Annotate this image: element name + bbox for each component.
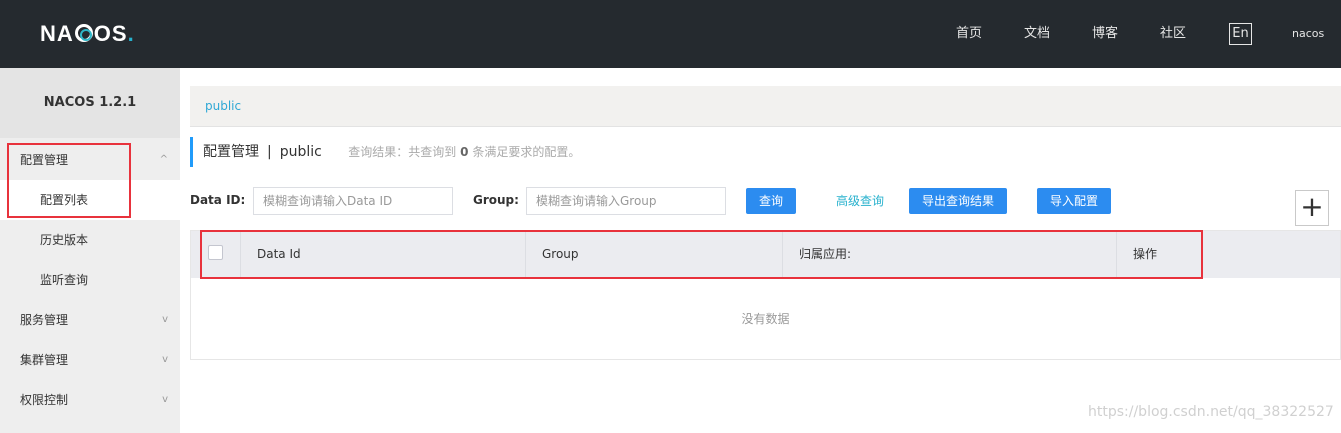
chevron-down-icon: v (162, 394, 168, 405)
table-empty-message: 没有数据 (741, 312, 790, 326)
sidebar-item-config-management[interactable]: 配置管理 ^ (0, 140, 180, 180)
page-title: 配置管理 | public 查询结果：共查询到 0 条满足要求的配置。 (190, 137, 580, 167)
sidebar-item-label: 历史版本 (40, 233, 89, 247)
data-id-label: Data ID: (190, 193, 246, 207)
sidebar-item-access-control[interactable]: 权限控制 v (0, 380, 180, 420)
sidebar-item-label: 监听查询 (40, 273, 89, 287)
language-switch-button[interactable]: En (1229, 23, 1252, 45)
watermark-text: https://blog.csdn.net/qq_38322527 (1088, 404, 1334, 420)
sidebar-item-config-list[interactable]: 配置列表 (0, 180, 180, 220)
logo-text-suffix: OS (93, 21, 128, 46)
sidebar-item-label: 集群管理 (20, 353, 69, 367)
logo-text-prefix: NA (40, 21, 74, 46)
table-header: Data Id Group 归属应用: 操作 (191, 231, 1340, 278)
column-header-group[interactable]: Group (526, 231, 783, 278)
config-table: Data Id Group 归属应用: 操作 没有数据 (190, 230, 1341, 360)
query-result-info: 查询结果：共查询到 0 条满足要求的配置。 (348, 145, 580, 159)
query-result-count: 0 (460, 145, 469, 159)
group-label: Group: (473, 193, 519, 207)
data-id-input[interactable] (253, 187, 453, 215)
sidebar: NACOS 1.2.1 配置管理 ^ 配置列表 历史版本 监听查询 服务管理 v… (0, 68, 180, 433)
chevron-down-icon: v (162, 354, 168, 365)
sidebar-item-label: 配置管理 (20, 153, 69, 167)
sidebar-item-cluster-management[interactable]: 集群管理 v (0, 340, 180, 380)
nav-community[interactable]: 社区 (1160, 0, 1186, 68)
column-header-app[interactable]: 归属应用: (783, 231, 1117, 278)
top-header: NA OS. 首页 文档 博客 社区 En nacos (0, 0, 1341, 68)
nacos-logo[interactable]: NA OS. (40, 20, 135, 48)
logo-dot: . (127, 21, 135, 46)
sidebar-title: NACOS 1.2.1 (0, 68, 180, 138)
query-result-suffix: 条满足要求的配置。 (472, 145, 581, 159)
sidebar-item-label: 服务管理 (20, 313, 69, 327)
namespace-public-link[interactable]: public (205, 86, 241, 127)
export-query-results-button[interactable]: 导出查询结果 (909, 188, 1007, 214)
page-title-namespace: public (279, 144, 322, 160)
column-header-actions: 操作 (1133, 247, 1158, 261)
chevron-up-icon: ^ (159, 154, 168, 165)
chevron-down-icon: v (162, 314, 168, 325)
import-config-button[interactable]: 导入配置 (1037, 188, 1111, 214)
title-separator: | (267, 144, 272, 160)
nav-home[interactable]: 首页 (956, 0, 982, 68)
sidebar-item-label: 权限控制 (20, 393, 69, 407)
query-button[interactable]: 查询 (746, 188, 796, 214)
header-checkbox-cell (191, 231, 241, 278)
group-input[interactable] (526, 187, 726, 215)
user-name[interactable]: nacos (1292, 0, 1324, 68)
namespace-bar: public (190, 86, 1341, 127)
sidebar-item-label: 配置列表 (40, 193, 89, 207)
select-all-checkbox[interactable] (208, 245, 223, 260)
sidebar-item-service-management[interactable]: 服务管理 v (0, 300, 180, 340)
logo-ring-icon (74, 24, 93, 42)
nav-blog[interactable]: 博客 (1092, 0, 1118, 68)
nav-docs[interactable]: 文档 (1024, 0, 1050, 68)
sidebar-item-history[interactable]: 历史版本 (0, 220, 180, 260)
advanced-query-link[interactable]: 高级查询 (836, 188, 884, 214)
page-title-text: 配置管理 (203, 144, 259, 160)
column-header-data-id[interactable]: Data Id (241, 231, 526, 278)
query-result-prefix: 查询结果：共查询到 (348, 145, 457, 159)
sidebar-item-listener-query[interactable]: 监听查询 (0, 260, 180, 300)
add-config-button[interactable]: + (1295, 190, 1329, 226)
